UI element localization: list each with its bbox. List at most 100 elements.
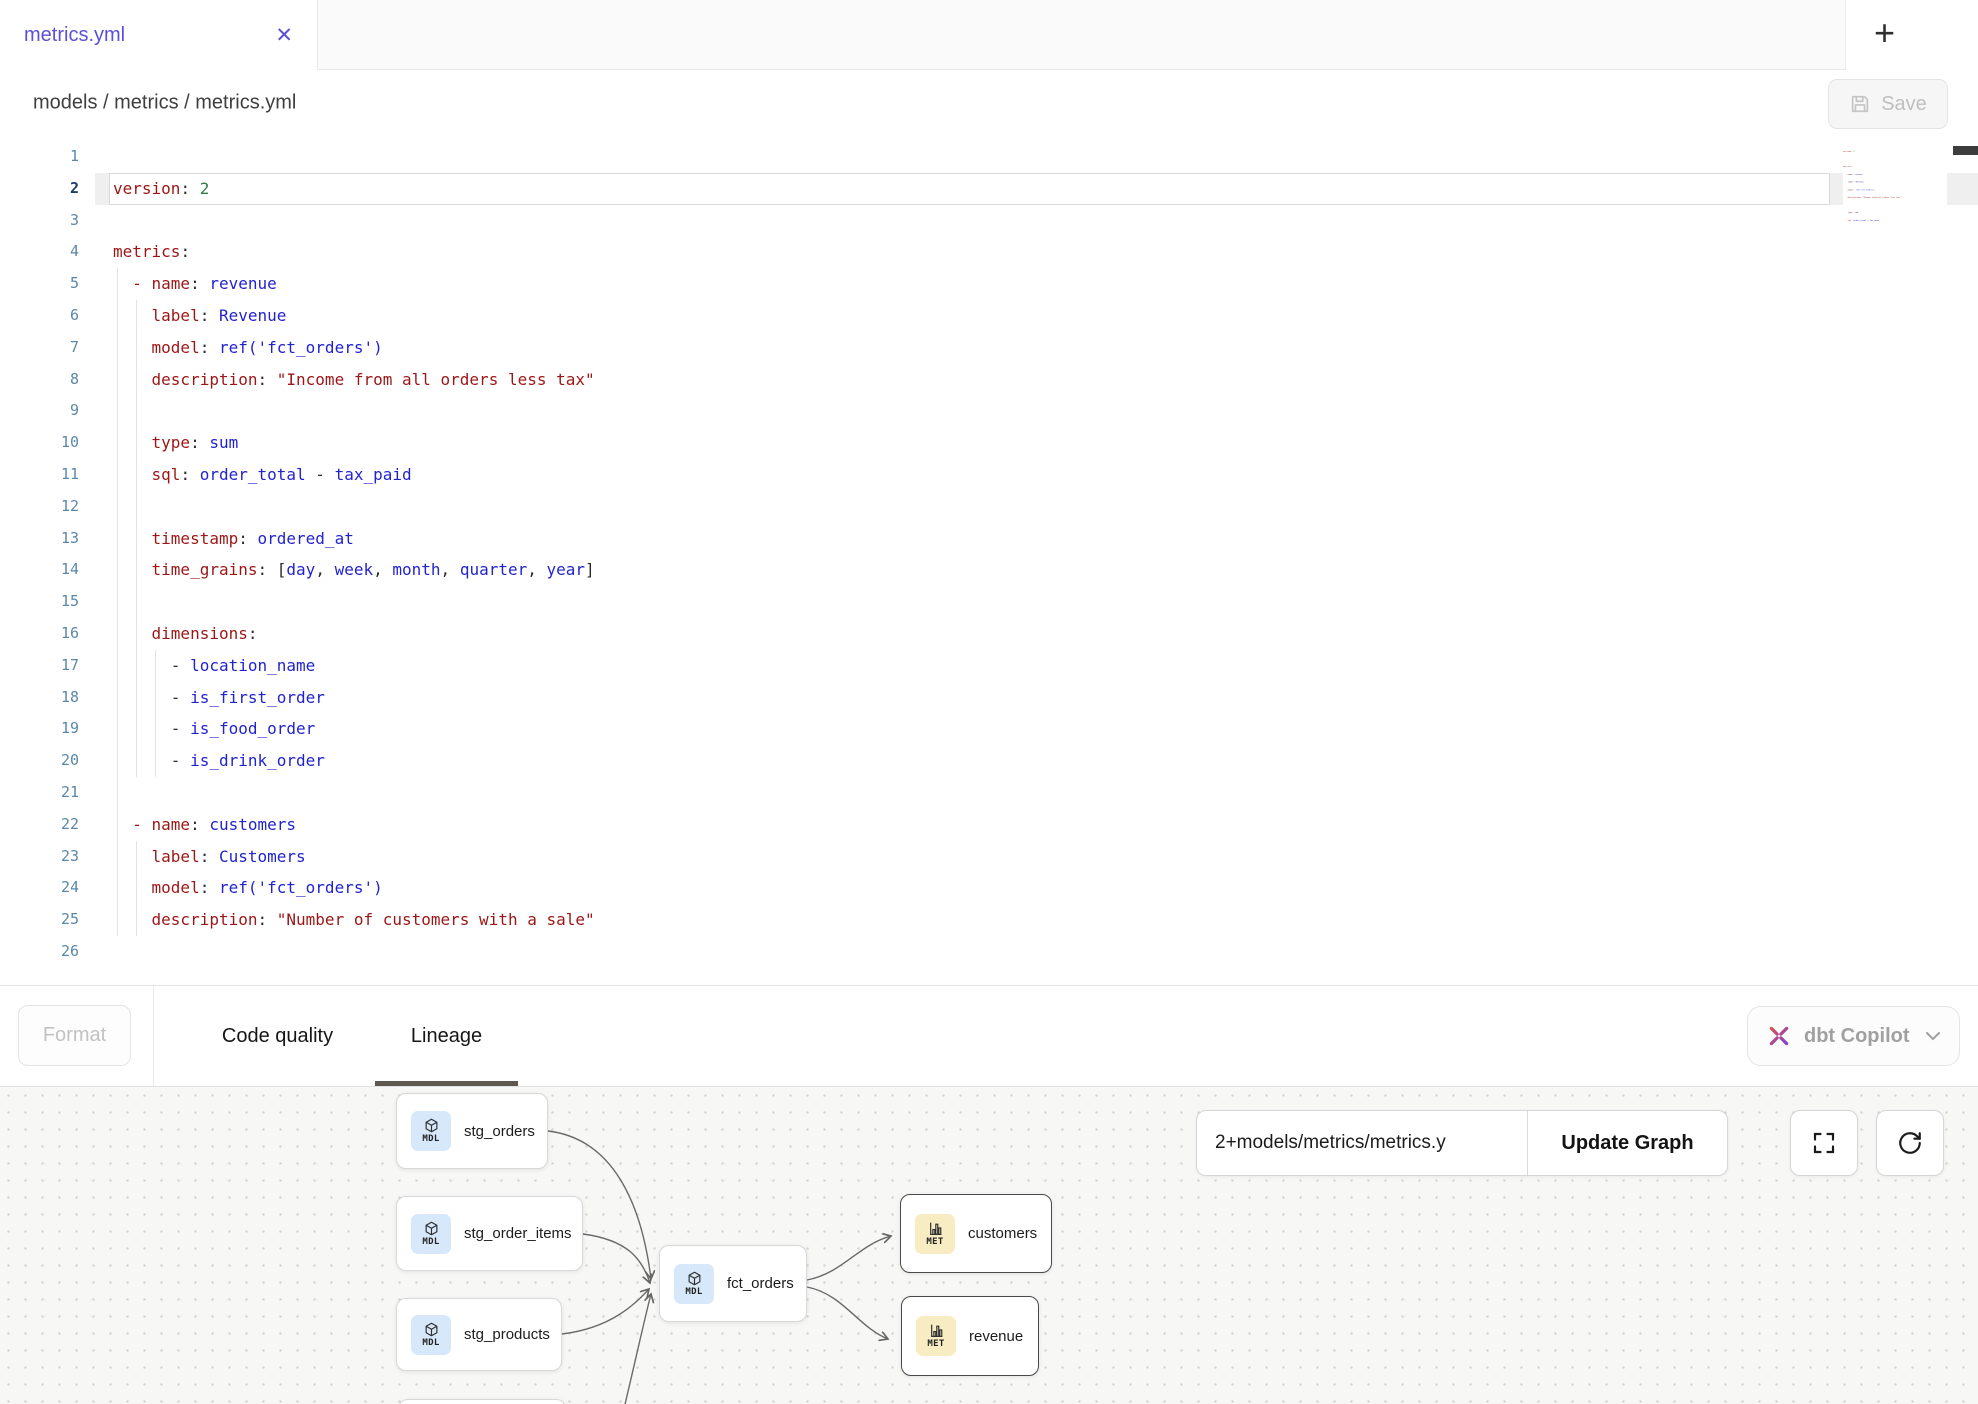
node-label: fct_orders — [727, 1275, 794, 1292]
dbt-copilot-label: dbt Copilot — [1804, 1025, 1913, 1048]
line-number: 3 — [0, 205, 79, 237]
edge-fct-orders-customers — [807, 1236, 891, 1280]
lineage-node-stg_products[interactable]: MDL stg_products — [396, 1298, 562, 1371]
code-line[interactable]: type: sum — [113, 427, 595, 459]
code-line[interactable]: model: ref('fct_orders') — [113, 872, 595, 904]
fullscreen-icon — [1810, 1129, 1838, 1157]
node-type-label: MDL — [422, 1338, 439, 1348]
line-number: 5 — [0, 268, 79, 300]
line-number: 21 — [0, 777, 79, 809]
node-badge: MET — [915, 1214, 955, 1254]
lineage-node-stg_order_items[interactable]: MDLstg_order_items — [396, 1196, 583, 1271]
minimap[interactable]: version: 2metrics: - name: revenue label… — [1843, 143, 1947, 229]
code-line[interactable]: time_grains: [day, week, month, quarter,… — [113, 554, 595, 586]
save-button[interactable]: Save — [1828, 79, 1948, 129]
lineage-filter-input[interactable] — [1197, 1111, 1527, 1175]
code-line[interactable]: - name: revenue — [113, 268, 595, 300]
lineage-filter-group: Update Graph — [1196, 1110, 1728, 1176]
lineage-node-stg_orders[interactable]: MDLstg_orders — [396, 1093, 548, 1169]
line-number: 4 — [0, 236, 79, 268]
lineage-node-fct_orders[interactable]: MDLfct_orders — [659, 1245, 807, 1322]
code-line[interactable] — [113, 777, 595, 809]
line-number: 11 — [0, 459, 79, 491]
refresh-icon — [1897, 1130, 1923, 1156]
code-line[interactable] — [113, 586, 595, 618]
line-number: 12 — [0, 491, 79, 523]
code-line[interactable]: label: Customers — [113, 841, 595, 873]
line-number: 14 — [0, 554, 79, 586]
scrollbar-thumb[interactable] — [1953, 146, 1978, 155]
code-line[interactable]: - is_first_order — [113, 682, 595, 714]
code-line[interactable]: label: Revenue — [113, 300, 595, 332]
bar-chart-icon — [928, 1221, 943, 1236]
tab-strip-empty — [318, 0, 1845, 70]
code-line[interactable]: - is_drink_order — [113, 745, 595, 777]
cube-icon — [424, 1221, 439, 1236]
code-line[interactable]: metrics: — [113, 236, 595, 268]
node-type-label: MET — [927, 1339, 944, 1349]
fullscreen-button[interactable] — [1790, 1110, 1858, 1176]
code-line[interactable]: timestamp: ordered_at — [113, 523, 595, 555]
edge-fct-orders-revenue — [807, 1287, 888, 1339]
refresh-button[interactable] — [1876, 1110, 1944, 1176]
line-number: 16 — [0, 618, 79, 650]
format-button[interactable]: Format — [18, 1005, 131, 1066]
line-number: 19 — [0, 713, 79, 745]
tab-code-quality[interactable]: Code quality — [180, 986, 375, 1086]
node-label: customers — [968, 1225, 1037, 1242]
node-label: stg_products — [464, 1326, 550, 1343]
code-line[interactable]: description: "Income from all orders les… — [113, 364, 595, 396]
line-number: 2 — [0, 173, 79, 205]
code-line[interactable]: model: ref('fct_orders') — [113, 332, 595, 364]
node-type-label: MDL — [422, 1134, 439, 1144]
code-line[interactable] — [113, 491, 595, 523]
code-line[interactable]: sql: order_total - tax_paid — [113, 459, 595, 491]
code-line[interactable]: - is_food_order — [113, 713, 595, 745]
ide-window: metrics.yml ✕ + models / metrics / metri… — [0, 0, 1978, 1404]
panel-toolbar: Format Code quality Lineage dbt Copilot — [0, 985, 1978, 1087]
lineage-node-clipped_node[interactable]: MDL — [398, 1399, 566, 1404]
tab-title: metrics.yml — [24, 24, 125, 47]
line-number: 23 — [0, 841, 79, 873]
tab-metrics-yml[interactable]: metrics.yml ✕ — [0, 0, 318, 70]
code-line[interactable]: - location_name — [113, 650, 595, 682]
bar-chart-icon — [929, 1323, 944, 1338]
code-line[interactable]: description: "Number of customers with a… — [113, 904, 595, 936]
line-number: 18 — [0, 682, 79, 714]
node-badge: MET — [916, 1316, 956, 1356]
line-number: 7 — [0, 332, 79, 364]
code-line[interactable] — [113, 395, 595, 427]
file-header-row: models / metrics / metrics.yml Save — [0, 70, 1978, 135]
dbt-copilot-button[interactable]: dbt Copilot — [1747, 1006, 1960, 1066]
line-number-gutter: 1234567891011121314151617181920212223242… — [0, 141, 79, 968]
code-line[interactable]: version: 2 — [113, 173, 595, 205]
node-badge: MDL — [411, 1214, 451, 1254]
code-line[interactable] — [113, 141, 595, 173]
lineage-node-revenue[interactable]: METrevenue — [901, 1296, 1039, 1376]
close-tab-icon[interactable]: ✕ — [275, 25, 293, 46]
toolbar-divider — [153, 986, 154, 1086]
code-content[interactable]: version: 2 metrics: - name: revenue label… — [113, 141, 595, 968]
line-number: 1 — [0, 141, 79, 173]
code-line[interactable] — [113, 205, 595, 237]
line-number: 25 — [0, 904, 79, 936]
line-number: 26 — [0, 936, 79, 968]
cube-icon — [687, 1271, 702, 1286]
tab-lineage[interactable]: Lineage — [375, 986, 518, 1086]
update-graph-button[interactable]: Update Graph — [1527, 1111, 1727, 1175]
new-tab-button[interactable]: + — [1874, 15, 1895, 51]
edge-stg-order-items-fct-orders — [583, 1234, 650, 1283]
lineage-node-customers[interactable]: MET customers — [900, 1194, 1052, 1273]
line-number: 22 — [0, 809, 79, 841]
line-number: 17 — [0, 650, 79, 682]
code-line[interactable]: - name: customers — [113, 809, 595, 841]
cube-icon — [424, 1322, 439, 1337]
breadcrumb: models / metrics / metrics.yml — [33, 91, 296, 114]
code-line[interactable] — [113, 936, 595, 968]
node-type-label: MET — [926, 1237, 943, 1247]
line-number: 20 — [0, 745, 79, 777]
code-line[interactable]: dimensions: — [113, 618, 595, 650]
code-editor[interactable]: 1234567891011121314151617181920212223242… — [0, 135, 1978, 985]
line-number: 10 — [0, 427, 79, 459]
lineage-canvas[interactable]: MDLstg_ordersMDLstg_order_itemsMDLstg_pr… — [0, 1087, 1978, 1404]
